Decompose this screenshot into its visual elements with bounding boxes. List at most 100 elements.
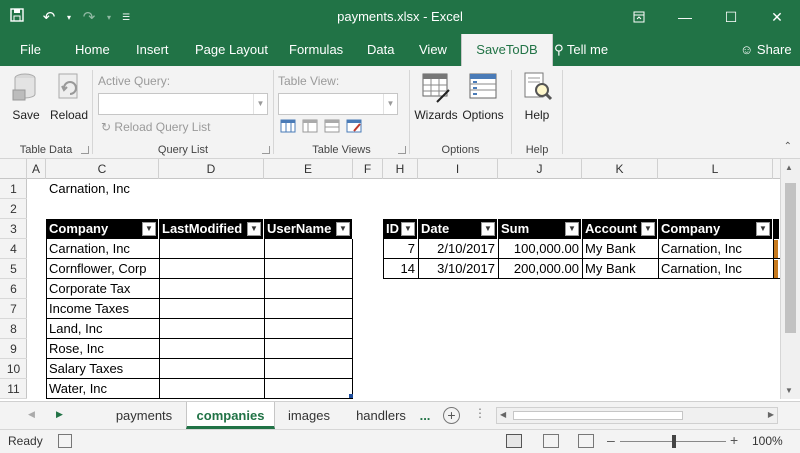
table-cell-sum[interactable]: 100,000.00 bbox=[498, 239, 582, 259]
sheet-tab-images[interactable]: images bbox=[278, 402, 340, 429]
sheet-tab-more[interactable]: ... bbox=[416, 402, 434, 429]
table-cell-company[interactable]: Carnation, Inc bbox=[658, 239, 773, 259]
filter-dropdown-icon[interactable]: ▼ bbox=[401, 222, 415, 236]
row-header[interactable]: 9 bbox=[0, 339, 27, 359]
restore-ribbon-icon[interactable] bbox=[616, 0, 662, 34]
column-header-j[interactable]: J bbox=[498, 159, 582, 179]
add-sheet-icon[interactable]: + bbox=[443, 407, 460, 424]
filter-dropdown-icon[interactable]: ▼ bbox=[565, 222, 579, 236]
reload-query-list-button[interactable]: ↻ Reload Query List bbox=[101, 120, 210, 134]
table-view-select[interactable]: ▼ bbox=[278, 93, 398, 115]
tab-insert[interactable]: Insert bbox=[136, 34, 169, 66]
redo-dropdown-icon[interactable]: ▾ bbox=[104, 13, 114, 22]
vertical-scrollbar[interactable]: ▲ ▼ bbox=[780, 159, 800, 399]
table-row[interactable]: Corporate Tax bbox=[46, 279, 159, 299]
companies-header-lastmodified[interactable]: LastModified ▼ bbox=[159, 219, 264, 239]
tab-file[interactable]: File bbox=[20, 34, 41, 66]
save-icon[interactable] bbox=[0, 8, 34, 26]
row-header[interactable]: 2 bbox=[0, 199, 27, 219]
zoom-slider-thumb[interactable] bbox=[672, 435, 676, 448]
payments-header-id[interactable]: ID ▼ bbox=[383, 219, 418, 239]
table-row[interactable]: Land, Inc bbox=[46, 319, 159, 339]
companies-header-company[interactable]: Company ▼ bbox=[46, 219, 159, 239]
row-header[interactable]: 3 bbox=[0, 219, 27, 239]
undo-dropdown-icon[interactable]: ▾ bbox=[64, 13, 74, 22]
minimize-icon[interactable]: — bbox=[662, 0, 708, 34]
table-row[interactable]: Water, Inc bbox=[46, 379, 159, 399]
table-cell-date[interactable]: 2/10/2017 bbox=[418, 239, 498, 259]
vertical-scroll-thumb[interactable] bbox=[785, 183, 796, 333]
reload-button[interactable]: Reload bbox=[48, 70, 90, 122]
help-button[interactable]: Help bbox=[516, 70, 558, 122]
horizontal-scrollbar[interactable]: ◀ ▶ bbox=[496, 407, 778, 424]
table-data-launcher-icon[interactable] bbox=[81, 146, 89, 154]
tab-savetodb[interactable]: SaveToDB bbox=[461, 34, 553, 66]
column-header-h[interactable]: H bbox=[383, 159, 418, 179]
filter-dropdown-icon[interactable]: ▼ bbox=[336, 222, 350, 236]
scroll-left-icon[interactable]: ◀ bbox=[500, 410, 506, 419]
column-header-k[interactable]: K bbox=[582, 159, 658, 179]
zoom-out-icon[interactable]: – bbox=[607, 432, 615, 448]
filter-dropdown-icon[interactable]: ▼ bbox=[142, 222, 156, 236]
table-row[interactable]: Rose, Inc bbox=[46, 339, 159, 359]
payments-header-sum[interactable]: Sum ▼ bbox=[498, 219, 582, 239]
payments-header-account[interactable]: Account ▼ bbox=[582, 219, 658, 239]
worksheet-grid[interactable]: Carnation, Inc Company ▼ LastModified ▼ … bbox=[27, 179, 780, 399]
column-header-l[interactable]: L bbox=[658, 159, 773, 179]
scroll-up-icon[interactable]: ▲ bbox=[785, 163, 793, 172]
wizards-button[interactable]: Wizards bbox=[413, 70, 459, 122]
collapse-ribbon-icon[interactable]: ⌃ bbox=[784, 141, 792, 152]
column-header-e[interactable]: E bbox=[264, 159, 353, 179]
select-all-corner[interactable] bbox=[0, 159, 27, 179]
payments-header-date[interactable]: Date ▼ bbox=[418, 219, 498, 239]
options-button[interactable]: Options bbox=[460, 70, 506, 122]
filter-dropdown-icon[interactable]: ▼ bbox=[247, 222, 261, 236]
table-row[interactable]: Carnation, Inc bbox=[46, 239, 159, 259]
column-header-d[interactable]: D bbox=[159, 159, 264, 179]
tab-formulas[interactable]: Formulas bbox=[289, 34, 343, 66]
scroll-down-icon[interactable]: ▼ bbox=[785, 386, 793, 395]
table-view-icon[interactable] bbox=[280, 118, 302, 136]
column-header-a[interactable]: A bbox=[27, 159, 46, 179]
maximize-icon[interactable]: ☐ bbox=[708, 0, 754, 34]
filter-dropdown-icon[interactable]: ▼ bbox=[481, 222, 495, 236]
row-header[interactable]: 5 bbox=[0, 259, 27, 279]
macro-record-icon[interactable] bbox=[58, 434, 72, 448]
table-row[interactable]: Cornflower, Corp bbox=[46, 259, 159, 279]
column-header-c[interactable]: C bbox=[46, 159, 159, 179]
table-resize-handle[interactable] bbox=[349, 394, 353, 398]
row-header[interactable]: 8 bbox=[0, 319, 27, 339]
table-row[interactable]: Income Taxes bbox=[46, 299, 159, 319]
tab-page-layout[interactable]: Page Layout bbox=[195, 34, 268, 66]
scroll-right-icon[interactable]: ▶ bbox=[768, 410, 774, 419]
table-cell-date[interactable]: 3/10/2017 bbox=[418, 259, 498, 279]
sheet-tab-handlers[interactable]: handlers bbox=[344, 402, 418, 429]
row-header[interactable]: 7 bbox=[0, 299, 27, 319]
page-break-view-icon[interactable] bbox=[578, 434, 594, 448]
customize-qat-icon[interactable]: ☰ bbox=[114, 12, 138, 23]
column-header-f[interactable]: F bbox=[353, 159, 383, 179]
tab-home[interactable]: Home bbox=[75, 34, 110, 66]
table-cell-sum[interactable]: 200,000.00 bbox=[498, 259, 582, 279]
table-cell-company[interactable]: Carnation, Inc bbox=[658, 259, 773, 279]
column-header-i[interactable]: I bbox=[418, 159, 498, 179]
tell-me[interactable]: ⚲ Tell me bbox=[554, 34, 608, 66]
query-list-launcher-icon[interactable] bbox=[262, 146, 270, 154]
horizontal-scroll-thumb[interactable] bbox=[513, 411, 683, 420]
table-cell-account[interactable]: My Bank bbox=[582, 259, 658, 279]
active-query-select[interactable]: ▼ bbox=[98, 93, 268, 115]
table-cell-account[interactable]: My Bank bbox=[582, 239, 658, 259]
filter-dropdown-icon[interactable]: ▼ bbox=[641, 222, 655, 236]
row-header[interactable]: 1 bbox=[0, 179, 27, 199]
companies-header-username[interactable]: UserName ▼ bbox=[264, 219, 353, 239]
sheet-tab-companies[interactable]: companies bbox=[186, 402, 275, 429]
table-cell-id[interactable]: 14 bbox=[383, 259, 418, 279]
sheet-next-icon[interactable]: ▶ bbox=[56, 409, 63, 420]
filter-dropdown-icon[interactable]: ▼ bbox=[756, 222, 770, 236]
table-views-launcher-icon[interactable] bbox=[398, 146, 406, 154]
table-filter-view-icon[interactable] bbox=[324, 118, 346, 136]
tab-data[interactable]: Data bbox=[367, 34, 394, 66]
table-row[interactable]: Salary Taxes bbox=[46, 359, 159, 379]
sheet-tab-payments[interactable]: payments bbox=[104, 402, 184, 429]
row-header[interactable]: 4 bbox=[0, 239, 27, 259]
